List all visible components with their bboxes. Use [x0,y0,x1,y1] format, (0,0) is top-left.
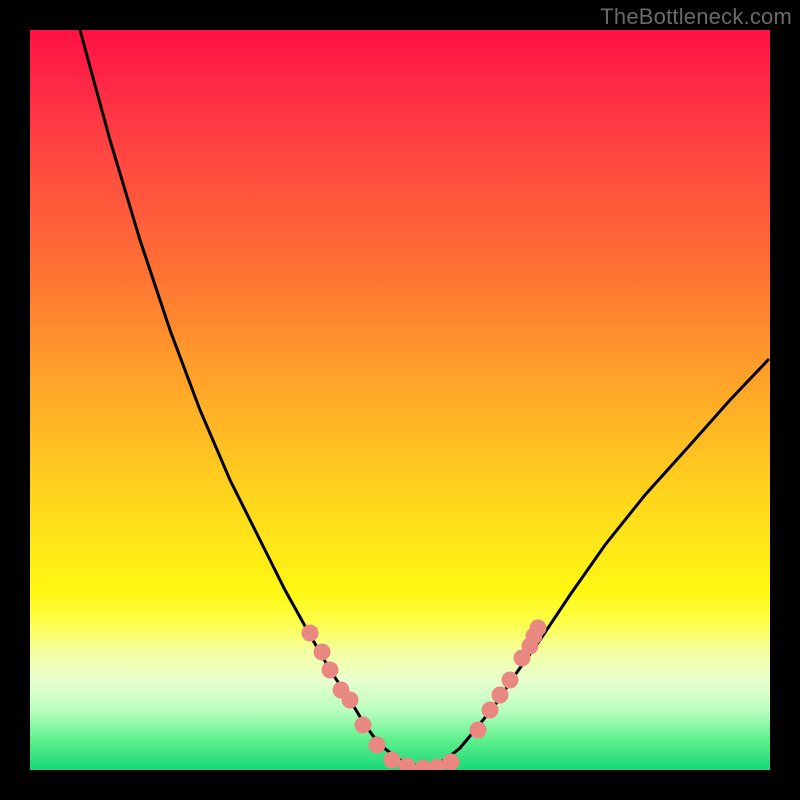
marker-dot [342,692,359,709]
curve-right-curve [425,360,768,768]
chart-frame: TheBottleneck.com [0,0,800,800]
marker-dot [502,672,519,689]
marker-dot [314,644,331,661]
marker-dot [302,625,319,642]
curve-overlay [30,30,770,770]
marker-dot [369,737,386,754]
marker-dot [470,722,487,739]
plot-area [30,30,770,770]
curve-left-curve [80,30,425,768]
marker-dot [530,620,547,637]
marker-dot [482,702,499,719]
marker-dot [384,752,401,769]
marker-dot [443,754,460,771]
marker-dot [492,687,509,704]
marker-dot [355,717,372,734]
marker-dot [322,662,339,679]
watermark-text: TheBottleneck.com [600,4,792,30]
